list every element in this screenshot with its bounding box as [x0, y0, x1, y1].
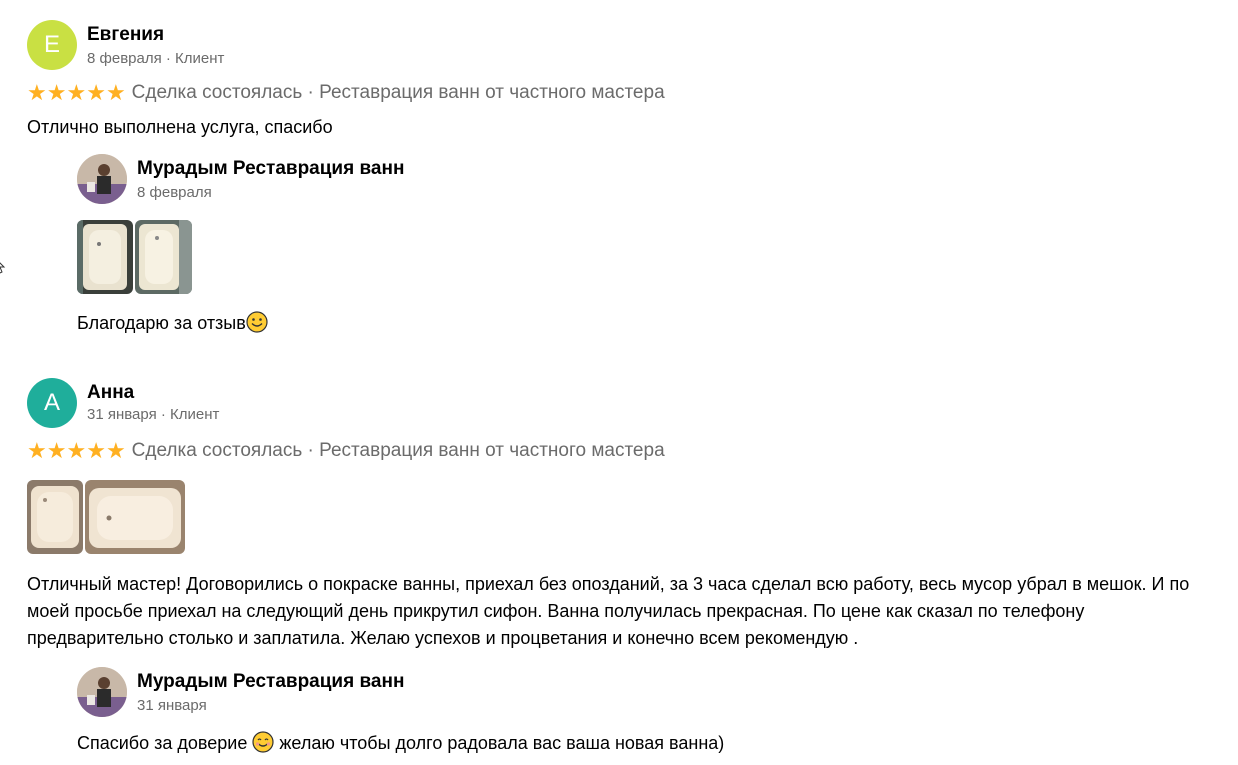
rating-stars: ★ ★ ★ ★ ★ — [27, 82, 126, 104]
star-icon: ★ — [66, 438, 87, 463]
avatar-letter: Е — [43, 31, 60, 58]
rating-line: ★ ★ ★ ★ ★ Сделка состоялась · Реставраци… — [27, 82, 665, 104]
reply-photo[interactable] — [77, 220, 133, 294]
smile-emoji-icon — [246, 311, 268, 333]
rating-line: ★ ★ ★ ★ ★ Сделка состоялась · Реставраци… — [27, 440, 665, 462]
star-icon: ★ — [46, 438, 67, 463]
seller-avatar[interactable] — [77, 667, 127, 717]
seller-name[interactable]: Мурадым Реставрация ванн — [137, 158, 404, 180]
star-icon: ★ — [27, 80, 47, 105]
reviewer-name[interactable]: Евгения — [87, 24, 164, 46]
reply-text-label: Благодарю за отзыв — [77, 313, 246, 333]
review-meta: 31 января · Клиент — [87, 406, 220, 423]
review-photo[interactable] — [85, 480, 185, 554]
reply-photo[interactable] — [135, 220, 192, 294]
star-icon: ★ — [46, 80, 67, 105]
review-text: Отлично выполнена услуга, спасибо — [27, 117, 333, 137]
star-icon: ★ — [66, 80, 87, 105]
reply-text-before: Спасибо за доверие — [77, 733, 248, 753]
seller-avatar[interactable] — [77, 154, 127, 204]
avatar[interactable]: А — [27, 378, 77, 428]
star-icon: ★ — [86, 80, 106, 105]
deal-status: Сделка состоялась · Реставрация ванн от … — [131, 440, 665, 461]
reply-date: 31 января — [137, 697, 207, 714]
rating-stars: ★ ★ ★ ★ ★ — [27, 440, 126, 462]
avatar[interactable]: Е — [27, 20, 77, 70]
star-icon: ★ — [105, 438, 126, 463]
reply-text-after: желаю чтобы долго радовала вас ваша нова… — [279, 733, 725, 753]
deal-status: Сделка состоялась · Реставрация ванн от … — [131, 82, 665, 103]
seller-name[interactable]: Мурадым Реставрация ванн — [137, 671, 404, 693]
avatar-letter: А — [43, 389, 60, 416]
star-icon: ★ — [105, 80, 126, 105]
review-text: Отличный мастер! Договорились о покраске… — [27, 574, 1190, 648]
review-meta: 8 февраля · Клиент — [87, 50, 225, 67]
reply-date: 8 февраля — [137, 184, 212, 201]
cursor-icon — [0, 262, 6, 274]
review-photo[interactable] — [27, 480, 83, 554]
star-icon: ★ — [27, 438, 47, 463]
star-icon: ★ — [86, 438, 106, 463]
reply-text: Спасибо за доверие желаю чтобы долго рад… — [77, 730, 724, 757]
smile-emoji-icon — [252, 731, 274, 753]
reply-text: Благодарю за отзыв — [77, 310, 268, 337]
reviewer-name[interactable]: Анна — [87, 382, 134, 404]
